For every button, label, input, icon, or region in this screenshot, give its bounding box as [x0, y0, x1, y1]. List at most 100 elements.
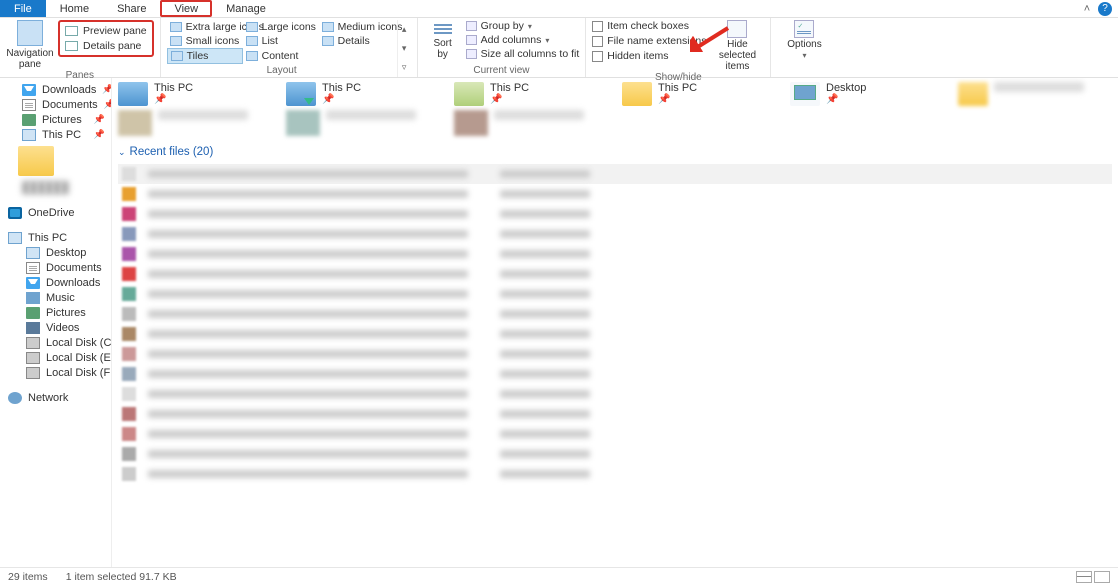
- folder-desktop[interactable]: Desktop📌: [790, 82, 940, 106]
- list-item[interactable]: [118, 264, 1112, 284]
- list-item[interactable]: [118, 184, 1112, 204]
- navigation-pane-button[interactable]: Navigation pane: [6, 20, 54, 70]
- tab-file[interactable]: File: [0, 0, 46, 17]
- list-item[interactable]: [118, 344, 1112, 364]
- add-columns-button[interactable]: Add columns ▾: [466, 34, 580, 46]
- file-meta-blurred: [500, 170, 590, 178]
- file-name-blurred: [148, 190, 468, 198]
- folder-thispc-2[interactable]: This PC📌: [286, 82, 436, 106]
- sidebar-item-documents-pc[interactable]: Documents: [0, 260, 111, 275]
- list-item[interactable]: [118, 444, 1112, 464]
- folder-thispc-4[interactable]: This PC📌: [622, 82, 772, 106]
- layout-list[interactable]: List: [243, 34, 319, 48]
- chevron-down-icon[interactable]: ▾: [402, 43, 407, 54]
- main-area: Downloads📌 Documents📌 Pictures📌 This PC📌…: [0, 78, 1118, 567]
- sidebar-item-pictures-pc[interactable]: Pictures: [0, 305, 111, 320]
- layout-large-icons[interactable]: Large icons: [243, 20, 319, 34]
- expand-icon[interactable]: ▿: [402, 62, 407, 73]
- hide-selected-items-button[interactable]: Hide selected items: [710, 20, 764, 72]
- folder-blurred[interactable]: [454, 110, 604, 136]
- thumbnails-view-toggle[interactable]: [1094, 571, 1110, 583]
- sort-by-button[interactable]: Sort by: [424, 20, 462, 60]
- sidebar-item-blurred[interactable]: ██████: [0, 180, 111, 195]
- file-name-extensions-toggle[interactable]: File name extensions: [592, 35, 706, 47]
- list-item[interactable]: [118, 384, 1112, 404]
- group-by-button[interactable]: Group by ▾: [466, 20, 580, 32]
- layout-content-label: Content: [262, 50, 299, 62]
- panes-highlighted-box: Preview pane Details pane: [58, 20, 154, 57]
- folder-icon: [286, 82, 316, 106]
- layout-details[interactable]: Details: [319, 34, 395, 48]
- desktop-icon: [790, 82, 820, 106]
- content-icon: [246, 51, 258, 61]
- details-pane-button[interactable]: Details pane: [65, 40, 147, 52]
- sidebar-item-network[interactable]: Network: [0, 390, 111, 405]
- layout-content[interactable]: Content: [243, 48, 319, 64]
- size-all-columns-button[interactable]: Size all columns to fit: [466, 48, 580, 60]
- folder-thispc-1[interactable]: This PC📌: [118, 82, 268, 106]
- help-icon[interactable]: ?: [1098, 2, 1112, 16]
- add-columns-label: Add columns: [481, 34, 542, 46]
- list-item[interactable]: [118, 224, 1112, 244]
- file-icon: [122, 207, 136, 221]
- file-name-blurred: [148, 170, 468, 178]
- sidebar-folder-large[interactable]: [18, 146, 54, 176]
- folder-title: This PC: [154, 82, 193, 94]
- list-item[interactable]: [118, 304, 1112, 324]
- sidebar-item-videos[interactable]: Videos: [0, 320, 111, 335]
- sidebar-item-thispc-quick[interactable]: This PC📌: [0, 127, 111, 142]
- file-meta-blurred: [500, 290, 590, 298]
- group-by-label: Group by: [481, 20, 524, 32]
- tab-home[interactable]: Home: [46, 0, 103, 17]
- list-item[interactable]: [118, 284, 1112, 304]
- sidebar-item-this-pc[interactable]: This PC: [0, 230, 111, 245]
- folder-icon: [958, 82, 988, 106]
- tab-manage[interactable]: Manage: [212, 0, 280, 17]
- sidebar-item-downloads-pc[interactable]: Downloads: [0, 275, 111, 290]
- chevron-up-icon[interactable]: ▴: [402, 24, 407, 35]
- layout-extra-large-icons[interactable]: Extra large icons: [167, 20, 243, 34]
- folder-thispc-3[interactable]: This PC📌: [454, 82, 604, 106]
- navigation-pane-label: Navigation pane: [6, 48, 53, 70]
- layout-scroller[interactable]: ▴ ▾ ▿: [397, 20, 411, 77]
- tab-share[interactable]: Share: [103, 0, 160, 17]
- sidebar-item-desktop[interactable]: Desktop: [0, 245, 111, 260]
- sidebar-item-disk-f[interactable]: Local Disk (F:): [0, 365, 111, 380]
- list-item[interactable]: [118, 204, 1112, 224]
- sidebar-item-music[interactable]: Music: [0, 290, 111, 305]
- item-check-boxes-toggle[interactable]: Item check boxes: [592, 20, 706, 32]
- minimize-ribbon-icon[interactable]: ˄: [1080, 2, 1094, 16]
- folder-title-blurred: [994, 82, 1084, 92]
- folder-blurred[interactable]: [958, 82, 1108, 106]
- sidebar-item-disk-e[interactable]: Local Disk (E:): [0, 350, 111, 365]
- folder-blurred[interactable]: [118, 110, 268, 136]
- list-item[interactable]: [118, 364, 1112, 384]
- sidebar-item-disk-c[interactable]: Local Disk (C:): [0, 335, 111, 350]
- tab-view[interactable]: View: [160, 0, 212, 17]
- layout-medium-icons[interactable]: Medium icons: [319, 20, 395, 34]
- layout-tiles[interactable]: Tiles: [167, 48, 243, 64]
- file-name-blurred: [148, 410, 468, 418]
- checkbox-icon: [592, 21, 603, 32]
- details-view-toggle[interactable]: [1076, 571, 1092, 583]
- documents-icon: [22, 99, 36, 111]
- sidebar-network-label: Network: [28, 392, 68, 404]
- recent-files-header[interactable]: ⌄ Recent files (20): [118, 146, 1112, 158]
- layout-small-icons[interactable]: Small icons: [167, 34, 243, 48]
- options-button[interactable]: ✓ Options▾: [777, 20, 831, 61]
- sidebar-item-downloads[interactable]: Downloads📌: [0, 82, 111, 97]
- list-item[interactable]: [118, 164, 1112, 184]
- sidebar-item-onedrive[interactable]: OneDrive: [0, 205, 111, 220]
- list-item[interactable]: [118, 404, 1112, 424]
- music-icon: [26, 292, 40, 304]
- hidden-items-toggle[interactable]: Hidden items: [592, 50, 706, 62]
- chevron-down-icon[interactable]: ▾: [802, 51, 806, 60]
- preview-pane-button[interactable]: Preview pane: [65, 25, 147, 37]
- list-item[interactable]: [118, 424, 1112, 444]
- folder-blurred[interactable]: [286, 110, 436, 136]
- sidebar-item-pictures[interactable]: Pictures📌: [0, 112, 111, 127]
- sidebar-item-documents[interactable]: Documents📌: [0, 97, 111, 112]
- list-item[interactable]: [118, 324, 1112, 344]
- list-item[interactable]: [118, 464, 1112, 484]
- list-item[interactable]: [118, 244, 1112, 264]
